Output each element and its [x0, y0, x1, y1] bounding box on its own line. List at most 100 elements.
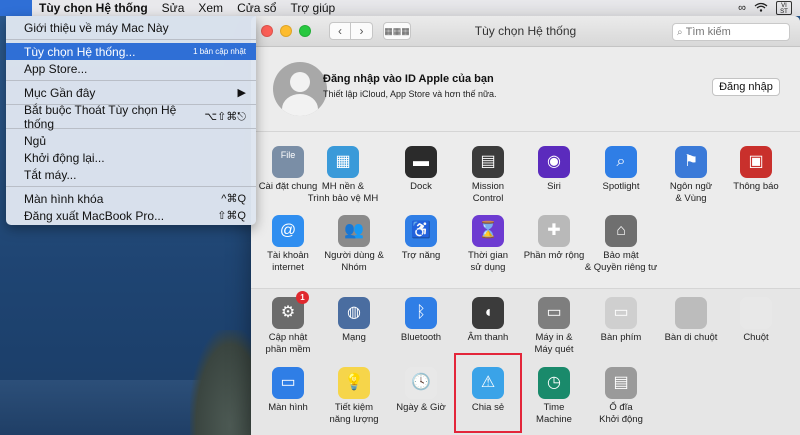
pref-dock[interactable]: ▬ Dock: [384, 146, 458, 193]
menu-item-about-mac[interactable]: Giới thiệu về máy Mac Này: [6, 19, 256, 36]
menu-item-app-store[interactable]: App Store...: [6, 60, 256, 77]
pref-label-line2: Nhóm: [341, 261, 367, 273]
pref-label: Ngôn ngữ: [669, 181, 713, 192]
sign-in-button[interactable]: Đăng nhập: [712, 78, 780, 96]
pref-trackpad[interactable]: Bàn di chuột: [654, 297, 728, 344]
wifi-icon[interactable]: [754, 2, 768, 15]
system-preferences-window: ‹ › ▦▦▦ Tùy chọn Hệ thống ⌕ Đăng nhập và…: [251, 16, 800, 435]
apple-id-subtitle: Thiết lập iCloud, App Store và hơn thế n…: [323, 89, 497, 99]
menu-edit[interactable]: Sửa: [155, 0, 192, 16]
highlight-box: [454, 353, 522, 433]
back-button[interactable]: ‹: [329, 22, 351, 40]
pref-screen-time[interactable]: ⌛ Thời gian sử dụng: [451, 215, 525, 273]
pref-label: Bảo mật: [603, 250, 639, 261]
prefs-hardware-section: ⚙ 1 Cập nhật phần mềm ◍ Mạng ᛒ Bluetooth ◖ Âm tha…: [251, 288, 800, 435]
pref-label: Thời gian: [467, 250, 509, 261]
menu-item-shutdown[interactable]: Tắt máy...: [6, 166, 256, 183]
pref-label: Bàn phím: [600, 332, 642, 343]
search-input[interactable]: [685, 26, 776, 38]
pref-label: Dock: [410, 181, 432, 192]
pref-mouse[interactable]: Chuột: [719, 297, 793, 344]
menu-item-logout[interactable]: Đăng xuất MacBook Pro... ⇧⌘Q: [6, 207, 256, 224]
pref-extensions[interactable]: ✚ Phần mở rộng: [517, 215, 591, 262]
pref-label: Siri: [547, 181, 561, 192]
apple-id-title: Đăng nhập vào ID Apple của bạn: [323, 73, 494, 85]
menu-app-name[interactable]: Tùy chọn Hệ thống: [32, 0, 155, 16]
menu-view[interactable]: Xem: [191, 0, 230, 16]
menu-item-force-quit[interactable]: Bắt buộc Thoát Tùy chọn Hệ thống ⌥⇧⌘⎋: [6, 103, 256, 131]
menu-item-lock-screen[interactable]: Màn hình khóa ^⌘Q: [6, 190, 256, 207]
pref-label: Phần mở rộng: [523, 250, 585, 261]
network-icon: ◍: [338, 297, 370, 329]
menu-window[interactable]: Cửa sổ: [230, 0, 283, 16]
forward-button[interactable]: ›: [351, 22, 373, 40]
avatar: [273, 62, 327, 116]
zoom-window-button[interactable]: [299, 25, 311, 37]
submenu-arrow-icon: ▶: [237, 87, 246, 99]
pref-label-line2: internet: [272, 261, 304, 273]
creative-cloud-icon[interactable]: ∞: [738, 2, 746, 14]
menu-item-system-preferences[interactable]: Tùy chọn Hệ thống... 1 bản cập nhật: [6, 43, 256, 60]
screen-time-icon: ⌛: [472, 215, 504, 247]
notifications-icon: ▣: [740, 146, 772, 178]
pref-notifications[interactable]: ▣ Thông báo: [719, 146, 793, 193]
pref-internet-accounts[interactable]: @ Tài khoản internet: [251, 215, 325, 273]
language-region-icon: ⚑: [675, 146, 707, 178]
pref-label: Ổ đĩa: [609, 402, 633, 413]
pref-keyboard[interactable]: ▭ Bàn phím: [584, 297, 658, 344]
apple-menu-button[interactable]: [0, 0, 32, 16]
menu-item-sleep[interactable]: Ngủ: [6, 132, 256, 149]
pref-users-groups[interactable]: 👥 Người dùng & Nhóm: [317, 215, 391, 273]
pref-label: Chuột: [743, 332, 769, 343]
pref-network[interactable]: ◍ Mạng: [317, 297, 391, 344]
pref-label-line2: sử dụng: [470, 261, 506, 273]
menu-item-restart[interactable]: Khởi động lại...: [6, 149, 256, 166]
pref-accessibility[interactable]: ♿ Trợ năng: [384, 215, 458, 262]
pref-label: Âm thanh: [467, 332, 509, 343]
pref-label: Tài khoản: [267, 250, 309, 261]
pref-label: Bluetooth: [400, 332, 442, 343]
pref-security-privacy[interactable]: ⌂ Bảo mật & Quyền riêng tư: [584, 215, 658, 273]
pref-label: Mạng: [342, 332, 366, 343]
pref-label: Spotlight: [602, 181, 640, 192]
pref-startup-disk[interactable]: ▤ Ổ đĩa Khởi động: [584, 367, 658, 425]
pref-label-line2: Máy quét: [534, 343, 574, 355]
pref-label: Trợ năng: [401, 250, 441, 261]
pref-date-time[interactable]: 🕓 Ngày & Giờ: [384, 367, 458, 414]
pref-displays[interactable]: ▭ Màn hình: [251, 367, 325, 414]
pref-label: Máy in &: [535, 332, 573, 343]
pref-software-update[interactable]: ⚙ 1 Cập nhật phần mềm: [251, 291, 325, 355]
input-source-icon[interactable]: VI ST: [776, 1, 792, 15]
mission-control-icon: ▤: [472, 146, 504, 178]
menu-help[interactable]: Trợ giúp: [283, 0, 342, 16]
printers-scanners-icon: ▭: [538, 297, 570, 329]
siri-icon: ◉: [538, 146, 570, 178]
pref-sound[interactable]: ◖ Âm thanh: [451, 297, 525, 344]
menu-separator: [6, 186, 256, 187]
pref-label: Cập nhật: [268, 332, 308, 343]
spotlight-icon: ⌕: [605, 146, 637, 178]
pref-energy-saver[interactable]: 💡 Tiết kiệm năng lượng: [317, 367, 391, 425]
prefs-primary-section: File Cài đặt chung ▦ MH nền & Trình bảo vệ M…: [251, 133, 800, 285]
pref-label-line2: & Vùng: [675, 192, 707, 204]
pref-mission-control[interactable]: ▤ Mission Control: [451, 146, 525, 204]
pref-time-machine[interactable]: ◷ Time Machine: [517, 367, 591, 425]
pref-printers-scanners[interactable]: ▭ Máy in & Máy quét: [517, 297, 591, 355]
update-count-badge: 1: [296, 291, 309, 304]
pref-bluetooth[interactable]: ᛒ Bluetooth: [384, 297, 458, 344]
general-icon: File: [272, 146, 304, 178]
pref-siri[interactable]: ◉ Siri: [517, 146, 591, 193]
close-window-button[interactable]: [261, 25, 273, 37]
pref-desktop-screensaver[interactable]: ▦ MH nền & Trình bảo vệ MH: [306, 146, 380, 204]
menu-item-recent-items[interactable]: Mục Gần đây ▶: [6, 84, 256, 101]
startup-disk-icon: ▤: [605, 367, 637, 399]
pref-spotlight[interactable]: ⌕ Spotlight: [584, 146, 658, 193]
pref-label-line2: Machine: [536, 413, 572, 425]
search-field[interactable]: ⌕: [672, 23, 790, 41]
internet-accounts-icon: @: [272, 215, 304, 247]
show-all-button[interactable]: ▦▦▦: [383, 22, 411, 40]
pref-label-line2: & Quyền riêng tư: [584, 261, 658, 273]
pref-label-line2: Khởi động: [599, 413, 643, 425]
pref-language-region[interactable]: ⚑ Ngôn ngữ & Vùng: [654, 146, 728, 204]
minimize-window-button[interactable]: [280, 25, 292, 37]
